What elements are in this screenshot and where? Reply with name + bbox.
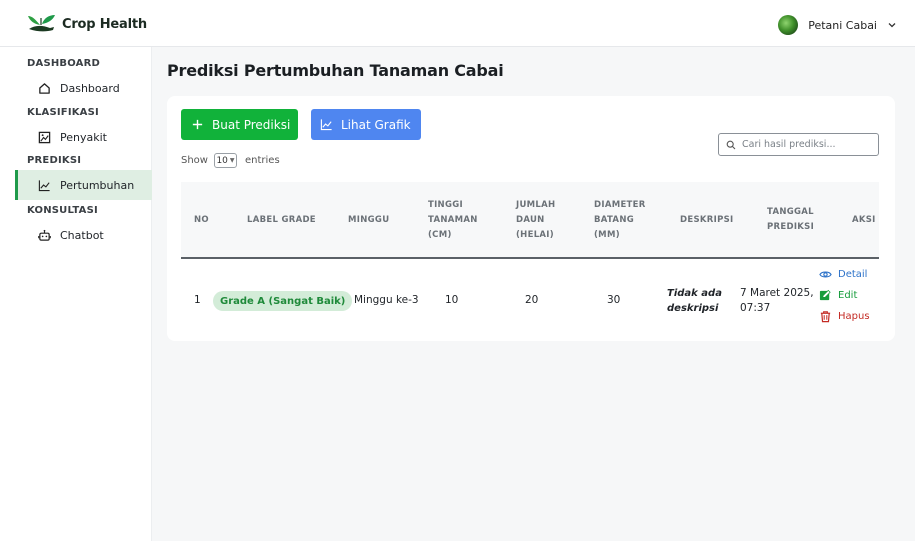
- sidebar: DASHBOARD Dashboard KLASIFIKASI Penyakit…: [0, 47, 152, 541]
- image-icon: [38, 131, 51, 143]
- sidebar-item-label: Pertumbuhan: [60, 178, 135, 192]
- col-diameter[interactable]: DIAMETER BATANG (MM): [594, 198, 646, 243]
- cell-diameter: 30: [607, 294, 621, 306]
- eye-icon: [819, 271, 832, 278]
- prediction-card: Buat Prediksi Lihat Grafik Show 10 ▼ entr…: [167, 96, 895, 341]
- show-label: Show: [181, 155, 208, 166]
- plus-icon: [192, 119, 203, 130]
- sidebar-item-label: Penyakit: [60, 130, 107, 144]
- col-no[interactable]: NO: [194, 213, 209, 228]
- user-name: Petani Cabai: [808, 18, 877, 32]
- col-diameter-line1: DIAMETER: [594, 200, 646, 210]
- col-deskripsi[interactable]: DESKRIPSI: [680, 213, 734, 228]
- app-name: Crop Health: [62, 16, 147, 32]
- top-bar: Crop Health Petani Cabai: [0, 0, 915, 47]
- sidebar-item-chatbot[interactable]: Chatbot: [15, 220, 152, 250]
- col-tinggi-line2: TANAMAN: [428, 215, 478, 225]
- col-diameter-line3: (MM): [594, 230, 620, 240]
- search-box[interactable]: [718, 133, 879, 156]
- desc-line2: deskripsi: [667, 303, 719, 314]
- tanggal-line2: 07:37: [740, 302, 771, 314]
- sidebar-item-pertumbuhan[interactable]: Pertumbuhan: [15, 170, 152, 200]
- sidebar-item-label: Dashboard: [60, 81, 120, 95]
- detail-button[interactable]: Detail: [819, 268, 867, 281]
- avatar: [778, 15, 799, 35]
- search-input[interactable]: [742, 139, 872, 150]
- col-minggu[interactable]: MINGGU: [348, 213, 389, 228]
- create-prediction-label: Buat Prediksi: [212, 117, 291, 132]
- trash-icon: [820, 311, 831, 323]
- home-icon: [39, 82, 50, 94]
- sidebar-item-label: Chatbot: [60, 228, 104, 242]
- col-daun-line3: (HELAI): [516, 230, 554, 240]
- sidebar-item-dashboard[interactable]: Dashboard: [15, 73, 152, 103]
- search-icon: [726, 140, 736, 149]
- entries-label: entries: [244, 155, 280, 166]
- chevron-down-icon: [888, 23, 896, 28]
- col-aksi: AKSI: [852, 215, 876, 225]
- col-tanggal-line1: TANGGAL: [767, 207, 814, 217]
- sidebar-item-penyakit[interactable]: Penyakit: [15, 122, 152, 152]
- tanggal-line1: 7 Maret 2025,: [740, 287, 814, 299]
- cell-daun: 20: [525, 294, 539, 306]
- edit-label: Edit: [838, 290, 858, 301]
- desc-line1: Tidak ada: [667, 288, 722, 299]
- section-title-konsultasi: KONSULTASI: [27, 205, 98, 216]
- col-daun-line2: DAUN: [516, 215, 545, 225]
- section-title-dashboard: DASHBOARD: [27, 58, 101, 69]
- view-chart-label: Lihat Grafik: [341, 117, 411, 132]
- delete-label: Hapus: [838, 311, 870, 322]
- brand[interactable]: Crop Health: [26, 13, 147, 35]
- col-daun-line1: JUMLAH: [516, 200, 556, 210]
- col-tinggi-line3: (CM): [428, 230, 452, 240]
- user-menu[interactable]: Petani Cabai: [778, 15, 897, 35]
- col-tanggal-line2: PREDIKSI: [767, 222, 815, 232]
- edit-button[interactable]: Edit: [819, 289, 857, 302]
- cell-deskripsi: Tidak ada deskripsi: [667, 286, 722, 316]
- robot-icon: [38, 229, 51, 241]
- create-prediction-button[interactable]: Buat Prediksi: [181, 109, 298, 140]
- show-entries: Show 10 ▼ entries: [181, 153, 280, 168]
- chart-line-icon: [320, 119, 332, 131]
- col-jumlah-daun[interactable]: JUMLAH DAUN (HELAI): [516, 198, 555, 243]
- leaf-hand-logo-icon: [28, 15, 55, 32]
- cell-tinggi: 10: [445, 294, 459, 306]
- cell-no: 1: [194, 294, 201, 306]
- col-diameter-line2: BATANG: [594, 215, 635, 225]
- page-title: Prediksi Pertumbuhan Tanaman Cabai: [167, 61, 504, 80]
- section-title-klasifikasi: KLASIFIKASI: [27, 107, 99, 118]
- caret-down-icon: ▼: [229, 157, 235, 164]
- col-tinggi-line1: TINGGI: [428, 200, 463, 210]
- entries-value: 10: [216, 155, 228, 166]
- edit-icon: [819, 289, 831, 301]
- entries-select[interactable]: 10 ▼: [213, 153, 237, 168]
- col-tinggi[interactable]: TINGGI TANAMAN (CM): [428, 198, 478, 243]
- table-header: NO LABEL GRADE MINGGU TINGGI TANAMAN (CM…: [181, 182, 879, 259]
- view-chart-button[interactable]: Lihat Grafik: [311, 109, 421, 140]
- cell-tanggal: 7 Maret 2025, 07:37: [740, 286, 814, 316]
- chart-line-icon: [38, 179, 50, 191]
- detail-label: Detail: [838, 269, 868, 280]
- grade-badge: Grade A (Sangat Baik): [213, 291, 353, 311]
- section-title-prediksi: PREDIKSI: [27, 155, 82, 166]
- table-row: 1 Grade A (Sangat Baik) Minggu ke-3 10 2…: [181, 261, 879, 341]
- delete-button[interactable]: Hapus: [819, 310, 870, 323]
- col-tanggal[interactable]: TANGGAL PREDIKSI: [767, 205, 814, 235]
- col-label-grade[interactable]: LABEL GRADE: [247, 213, 316, 228]
- cell-minggu: Minggu ke-3: [354, 294, 419, 306]
